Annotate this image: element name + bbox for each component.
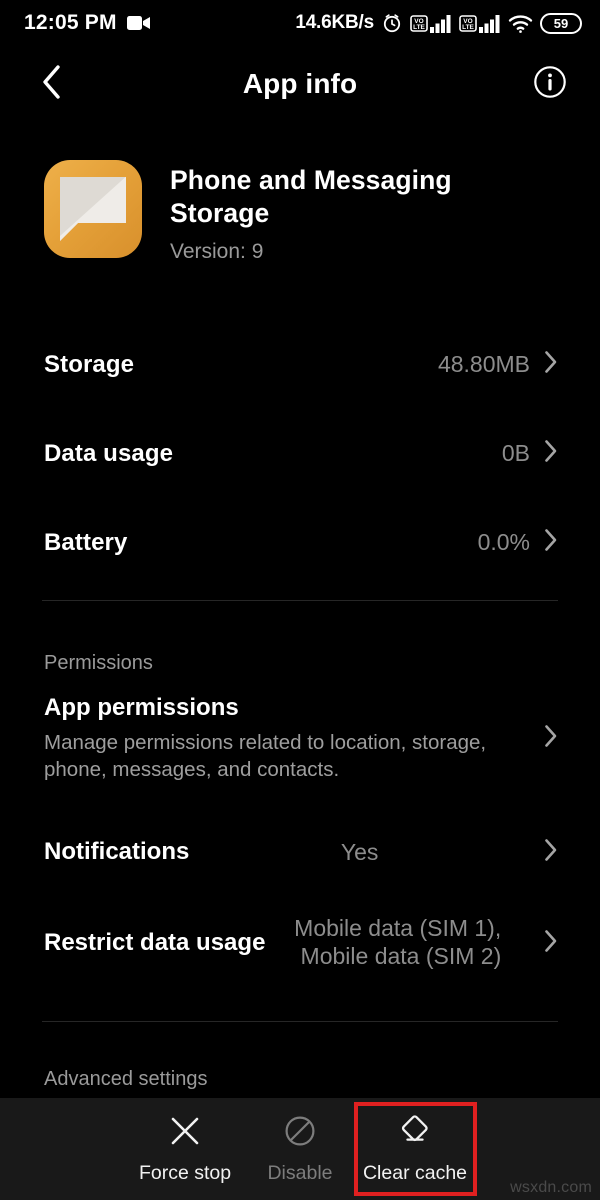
row-app-permissions[interactable]: App permissions Manage permissions relat… (0, 694, 600, 783)
app-header-text: Phone and Messaging Storage Version: 9 (170, 160, 500, 264)
bottom-action-bar: Force stop Disable Clear cache wsxdn.com (0, 1098, 600, 1200)
section-divider (42, 600, 558, 601)
app-bar: App info (0, 48, 600, 120)
chevron-right-icon (544, 838, 558, 867)
svg-text:LTE: LTE (462, 24, 474, 31)
info-rows: Storage 48.80MB Data usage 0B Battery 0.… (0, 320, 600, 587)
chevron-right-icon (544, 724, 558, 753)
chevron-left-icon (41, 64, 63, 105)
watermark: wsxdn.com (510, 1179, 592, 1196)
app-version: Version: 9 (170, 239, 264, 263)
status-time: 12:05 PM (24, 11, 117, 34)
messaging-storage-app-icon (44, 160, 142, 258)
status-bar-right: 14.6KB/s VO LTE VO LTE 59 (295, 12, 582, 34)
row-data-usage-label: Data usage (44, 439, 174, 467)
battery-level: 59 (553, 15, 569, 31)
row-app-permissions-subtitle: Manage permissions related to location, … (44, 731, 487, 782)
row-restrict-data-usage[interactable]: Restrict data usage Mobile data (SIM 1),… (0, 915, 600, 971)
force-stop-label: Force stop (138, 1161, 232, 1184)
row-storage-label: Storage (44, 350, 135, 378)
page-title: App info (242, 68, 358, 99)
section-divider (42, 1021, 558, 1022)
row-app-permissions-title: App permissions (44, 694, 239, 721)
video-camera-icon (126, 15, 151, 31)
chevron-right-icon (544, 528, 558, 557)
disable-button[interactable]: Disable (243, 1106, 358, 1192)
battery-indicator: 59 (540, 12, 582, 34)
row-battery-label: Battery (44, 528, 128, 556)
chevron-right-icon (544, 350, 558, 379)
app-info-button[interactable] (530, 64, 570, 104)
back-button[interactable] (30, 62, 74, 106)
alarm-clock-icon (381, 12, 403, 34)
wifi-icon (508, 14, 533, 33)
row-app-permissions-text: App permissions Manage permissions relat… (44, 694, 494, 783)
status-bar-left: 12:05 PM (24, 11, 151, 35)
network-speed: 14.6KB/s (295, 12, 374, 33)
row-storage-value: 48.80MB (437, 350, 530, 377)
chevron-right-icon (544, 439, 558, 468)
force-stop-button[interactable]: Force stop (128, 1106, 243, 1192)
clear-cache-label: Clear cache (362, 1161, 468, 1184)
status-bar: 12:05 PM 14.6KB/s VO LTE VO LTE 59 (0, 0, 600, 46)
permissions-section-header: Permissions (44, 652, 153, 674)
sim2-signal-indicator: VO LTE (459, 14, 501, 33)
app-info-screen: 12:05 PM 14.6KB/s VO LTE VO LTE 59 App i… (0, 0, 600, 1200)
advanced-settings-section-header: Advanced settings (44, 1068, 208, 1090)
row-storage[interactable]: Storage 48.80MB (0, 320, 600, 409)
row-data-usage-value: 0B (501, 439, 530, 466)
app-name: Phone and Messaging Storage (170, 165, 452, 228)
close-x-icon (168, 1114, 202, 1153)
row-restrict-data-usage-value: Mobile data (SIM 1), Mobile data (SIM 2) (294, 915, 502, 969)
svg-text:LTE: LTE (413, 24, 425, 31)
row-battery-value: 0.0% (477, 528, 530, 555)
app-header: Phone and Messaging Storage Version: 9 (44, 160, 560, 264)
chevron-right-icon (544, 929, 558, 958)
clear-cache-button[interactable]: Clear cache (353, 1102, 477, 1196)
block-circle-icon (283, 1114, 317, 1153)
sim1-signal-indicator: VO LTE (410, 14, 452, 33)
row-restrict-data-usage-label: Restrict data usage (44, 929, 266, 956)
row-data-usage[interactable]: Data usage 0B (0, 409, 600, 498)
row-notifications-label: Notifications (44, 838, 190, 865)
disable-label: Disable (267, 1161, 333, 1184)
row-notifications[interactable]: Notifications Yes (0, 830, 600, 874)
row-battery[interactable]: Battery 0.0% (0, 498, 600, 587)
info-circle-icon (533, 65, 567, 104)
eraser-icon (397, 1114, 433, 1153)
row-notifications-value: Yes (340, 838, 379, 865)
